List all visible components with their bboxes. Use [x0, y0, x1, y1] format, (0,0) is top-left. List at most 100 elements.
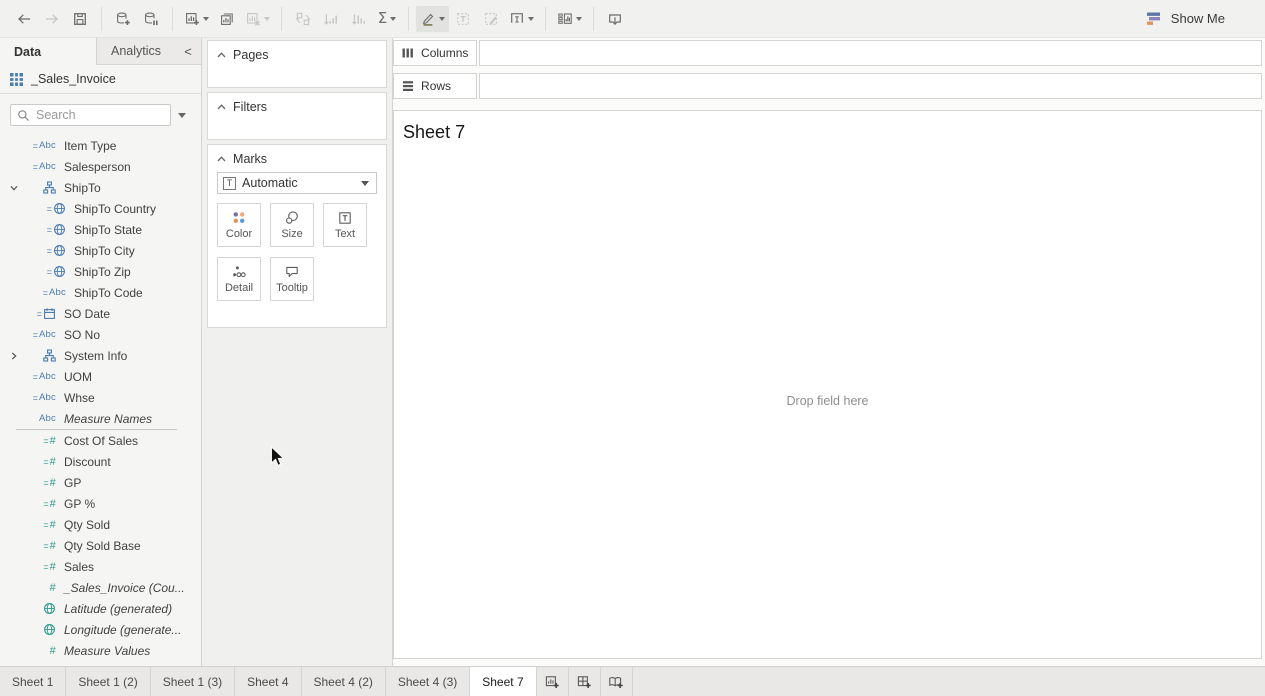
totals-button[interactable]: Σ — [373, 6, 401, 32]
field-qty-sold[interactable]: =#Qty Sold — [0, 514, 201, 535]
field-type-icon: =Abc — [20, 329, 56, 340]
field-item-type[interactable]: =AbcItem Type — [0, 135, 201, 156]
search-row: Search — [0, 94, 201, 132]
field-label: Salesperson — [64, 160, 131, 174]
tab-analytics[interactable]: Analytics — [96, 38, 175, 65]
field-gp[interactable]: =#GP % — [0, 493, 201, 514]
field-so-date[interactable]: =SO Date — [0, 303, 201, 324]
show-hide-cards-button[interactable] — [553, 6, 586, 32]
redo-icon — [44, 11, 60, 27]
sort-descending-icon — [351, 11, 367, 27]
field-shipto-code[interactable]: =AbcShipTo Code — [0, 282, 201, 303]
sheet-tab-sheet-7[interactable]: Sheet 7 — [470, 667, 536, 696]
collapse-chevron-icon — [217, 52, 226, 58]
filters-card-header[interactable]: Filters — [208, 93, 386, 118]
tab-data[interactable]: Data — [0, 38, 96, 65]
mark-detail-button[interactable]: Detail — [217, 257, 261, 301]
field-system-info[interactable]: System Info — [0, 345, 201, 366]
show-me-button[interactable]: Show Me — [1146, 11, 1225, 26]
toolbar-separator — [408, 7, 409, 31]
field-label: Sales — [64, 560, 94, 574]
field-measure-names[interactable]: AbcMeasure Names — [0, 408, 201, 429]
field-label: Measure Names — [64, 412, 152, 426]
field-type-icon: = — [30, 265, 66, 278]
fit-button[interactable] — [505, 6, 538, 32]
field-longitude-generate[interactable]: Longitude (generate... — [0, 619, 201, 640]
field-uom[interactable]: =AbcUOM — [0, 366, 201, 387]
datasource-row[interactable]: _Sales_Invoice — [0, 65, 201, 94]
field-label: Measure Values — [64, 644, 150, 658]
new-worksheet-button[interactable] — [180, 6, 213, 32]
columns-shelf-droparea[interactable] — [479, 40, 1262, 66]
field-shipto-city[interactable]: =ShipTo City — [0, 240, 201, 261]
expander-right-icon[interactable] — [7, 352, 20, 360]
field-sales[interactable]: =# Sales — [0, 556, 201, 577]
mark-text-button[interactable]: Text — [323, 203, 367, 247]
pause-auto-updates-button[interactable] — [137, 6, 165, 32]
chevron-down-icon — [361, 181, 369, 186]
mark-color-button[interactable]: Color — [217, 203, 261, 247]
mark-size-button[interactable]: Size — [270, 203, 314, 247]
mark-type-dropdown[interactable]: T Automatic — [217, 172, 377, 194]
save-button[interactable] — [66, 6, 94, 32]
sheet-tab-sheet-4-3[interactable]: Sheet 4 (3) — [386, 667, 470, 696]
search-input[interactable]: Search — [10, 104, 171, 126]
mark-type-value: Automatic — [242, 176, 298, 190]
field-shipto[interactable]: ShipTo — [0, 177, 201, 198]
field-whse[interactable]: =AbcWhse — [0, 387, 201, 408]
mark-button-label: Tooltip — [276, 282, 308, 294]
rows-shelf-droparea[interactable] — [479, 73, 1262, 99]
sheet-tab-sheet-1[interactable]: Sheet 1 — [0, 667, 66, 696]
sheet-tab-sheet-4[interactable]: Sheet 4 — [235, 667, 301, 696]
field-latitude-generated[interactable]: Latitude (generated) — [0, 598, 201, 619]
field-discount[interactable]: =#Discount — [0, 451, 201, 472]
pages-card-header[interactable]: Pages — [208, 41, 386, 66]
marks-card-title: Marks — [233, 152, 267, 166]
field-sales-invoice-cou[interactable]: #_Sales_Invoice (Cou... — [0, 577, 201, 598]
highlight-button[interactable] — [416, 6, 449, 32]
collapse-pane-button[interactable]: < — [175, 38, 201, 65]
swap-rows-columns-icon — [295, 11, 311, 27]
mark-detail-icon — [231, 264, 247, 280]
mark-tooltip-button[interactable]: Tooltip — [270, 257, 314, 301]
field-cost-of-sales[interactable]: =#Cost Of Sales — [0, 430, 201, 451]
drop-field-hint: Drop field here — [787, 394, 869, 408]
field-shipto-zip[interactable]: =ShipTo Zip — [0, 261, 201, 282]
mark-button-label: Text — [335, 228, 355, 240]
new-story-tab-button[interactable] — [601, 667, 633, 696]
new-data-source-button[interactable] — [109, 6, 137, 32]
clear-sheet-button — [241, 6, 274, 32]
field-type-icon — [20, 181, 56, 194]
new-worksheet-tab-button[interactable] — [537, 667, 569, 696]
search-options-dropdown[interactable] — [171, 113, 193, 118]
field-qty-sold-base[interactable]: =#Qty Sold Base — [0, 535, 201, 556]
presentation-mode-button[interactable] — [601, 6, 629, 32]
marks-card-header[interactable]: Marks — [208, 145, 386, 170]
search-icon — [17, 109, 30, 122]
sheet-tab-sheet-1-2[interactable]: Sheet 1 (2) — [66, 667, 150, 696]
duplicate-sheet-button[interactable] — [213, 6, 241, 32]
show-mark-labels-button — [449, 6, 477, 32]
field-so-no[interactable]: =AbcSO No — [0, 324, 201, 345]
fix-axes-button — [477, 6, 505, 32]
field-shipto-state[interactable]: =ShipTo State — [0, 219, 201, 240]
sheet-tab-sheet-4-2[interactable]: Sheet 4 (2) — [302, 667, 386, 696]
field-label: Qty Sold — [64, 518, 110, 532]
mark-button-label: Size — [281, 228, 302, 240]
redo-button — [38, 6, 66, 32]
datasource-name: _Sales_Invoice — [31, 72, 116, 86]
field-salesperson[interactable]: =AbcSalesperson — [0, 156, 201, 177]
chevron-down-icon — [528, 17, 534, 21]
undo-button[interactable] — [10, 6, 38, 32]
expander-down-icon[interactable] — [7, 185, 20, 191]
worksheet-canvas[interactable]: Sheet 7 Drop field here — [393, 110, 1262, 659]
field-label: Discount — [64, 455, 111, 469]
sheet-tab-sheet-1-3[interactable]: Sheet 1 (3) — [151, 667, 235, 696]
field-gp[interactable]: =#GP — [0, 472, 201, 493]
field-measure-values[interactable]: #Measure Values — [0, 640, 201, 661]
field-type-icon: =# — [20, 561, 56, 573]
field-shipto-country[interactable]: =ShipTo Country — [0, 198, 201, 219]
toolbar-button-group: Σ — [10, 6, 629, 32]
columns-shelf-row: Columns — [393, 40, 1262, 66]
new-dashboard-tab-button[interactable] — [569, 667, 601, 696]
